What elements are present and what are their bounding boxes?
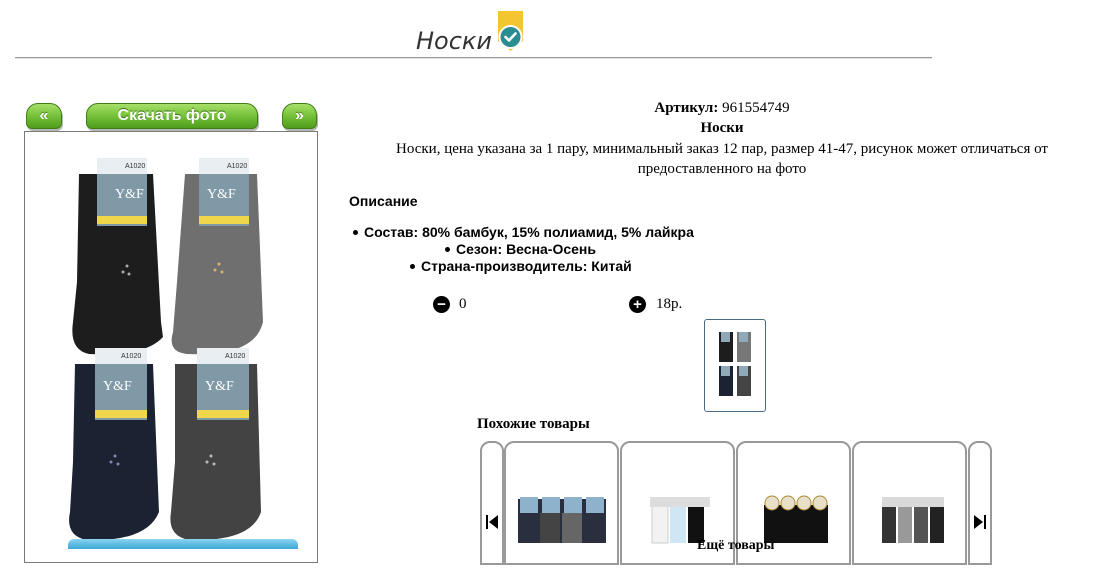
photo-brand-label: Y&F bbox=[103, 379, 132, 394]
quantity-value: 0 bbox=[459, 296, 467, 312]
carousel-prev-button[interactable] bbox=[480, 441, 504, 565]
article-value: 961554749 bbox=[722, 100, 790, 116]
header-divider bbox=[15, 57, 932, 59]
page-title: Носки bbox=[416, 27, 493, 55]
prev-photo-button[interactable]: « bbox=[26, 103, 62, 129]
next-photo-button[interactable]: » bbox=[282, 103, 317, 129]
carousel-next-button[interactable] bbox=[968, 441, 992, 565]
verified-badge-icon bbox=[498, 11, 523, 51]
product-summary-line1: Носки, цена указана за 1 пару, минимальн… bbox=[396, 141, 1048, 157]
photo-model-label: A1020 bbox=[121, 353, 141, 360]
photo-model-label: A1020 bbox=[225, 353, 245, 360]
bullet-icon bbox=[353, 229, 358, 235]
plus-icon[interactable]: + bbox=[629, 296, 646, 313]
spec-item: Сезон: Весна-Осень bbox=[445, 241, 596, 257]
similar-item-image bbox=[518, 497, 606, 543]
photo-model-label: A1020 bbox=[125, 163, 145, 170]
skip-forward-icon bbox=[974, 515, 986, 529]
price-value: 18р. bbox=[656, 296, 683, 312]
photo-brand-label: Y&F bbox=[115, 187, 144, 202]
similar-item-image bbox=[882, 497, 944, 543]
bullet-icon bbox=[445, 246, 450, 252]
skip-back-icon bbox=[486, 515, 498, 529]
similar-item[interactable] bbox=[852, 441, 967, 565]
bullet-icon bbox=[410, 263, 415, 269]
description-title: Описание bbox=[349, 193, 418, 209]
article-line: Артикул: 961554749 bbox=[342, 100, 1102, 117]
photo-brand-label: Y&F bbox=[207, 187, 236, 202]
photo-model-label: A1020 bbox=[227, 163, 247, 170]
product-name: Носки bbox=[700, 120, 744, 136]
spec-item: Страна-производитель: Китай bbox=[410, 258, 632, 274]
thumbnail-image bbox=[719, 332, 751, 396]
product-photo[interactable]: Y&F A1020 Y&F A1020 Y&F A1020 Y&F A1020 bbox=[24, 131, 318, 563]
more-products-title: Ещё товары bbox=[697, 538, 775, 553]
similar-title: Похожие товары bbox=[477, 416, 590, 432]
photo-thumbnail[interactable] bbox=[704, 319, 766, 412]
article-label: Артикул: bbox=[654, 100, 719, 116]
spec-item: Состав: 80% бамбук, 15% полиамид, 5% лай… bbox=[353, 224, 694, 240]
minus-icon[interactable]: − bbox=[433, 296, 450, 313]
download-photo-button[interactable]: Скачать фото bbox=[86, 103, 258, 129]
photo-bottom-button[interactable] bbox=[68, 539, 298, 549]
socks-image: Y&F A1020 Y&F A1020 Y&F A1020 Y&F A1020 bbox=[69, 158, 263, 541]
product-summary-line2: предоставленного на фото bbox=[637, 161, 807, 177]
similar-item[interactable] bbox=[504, 441, 619, 565]
photo-brand-label: Y&F bbox=[205, 379, 234, 394]
